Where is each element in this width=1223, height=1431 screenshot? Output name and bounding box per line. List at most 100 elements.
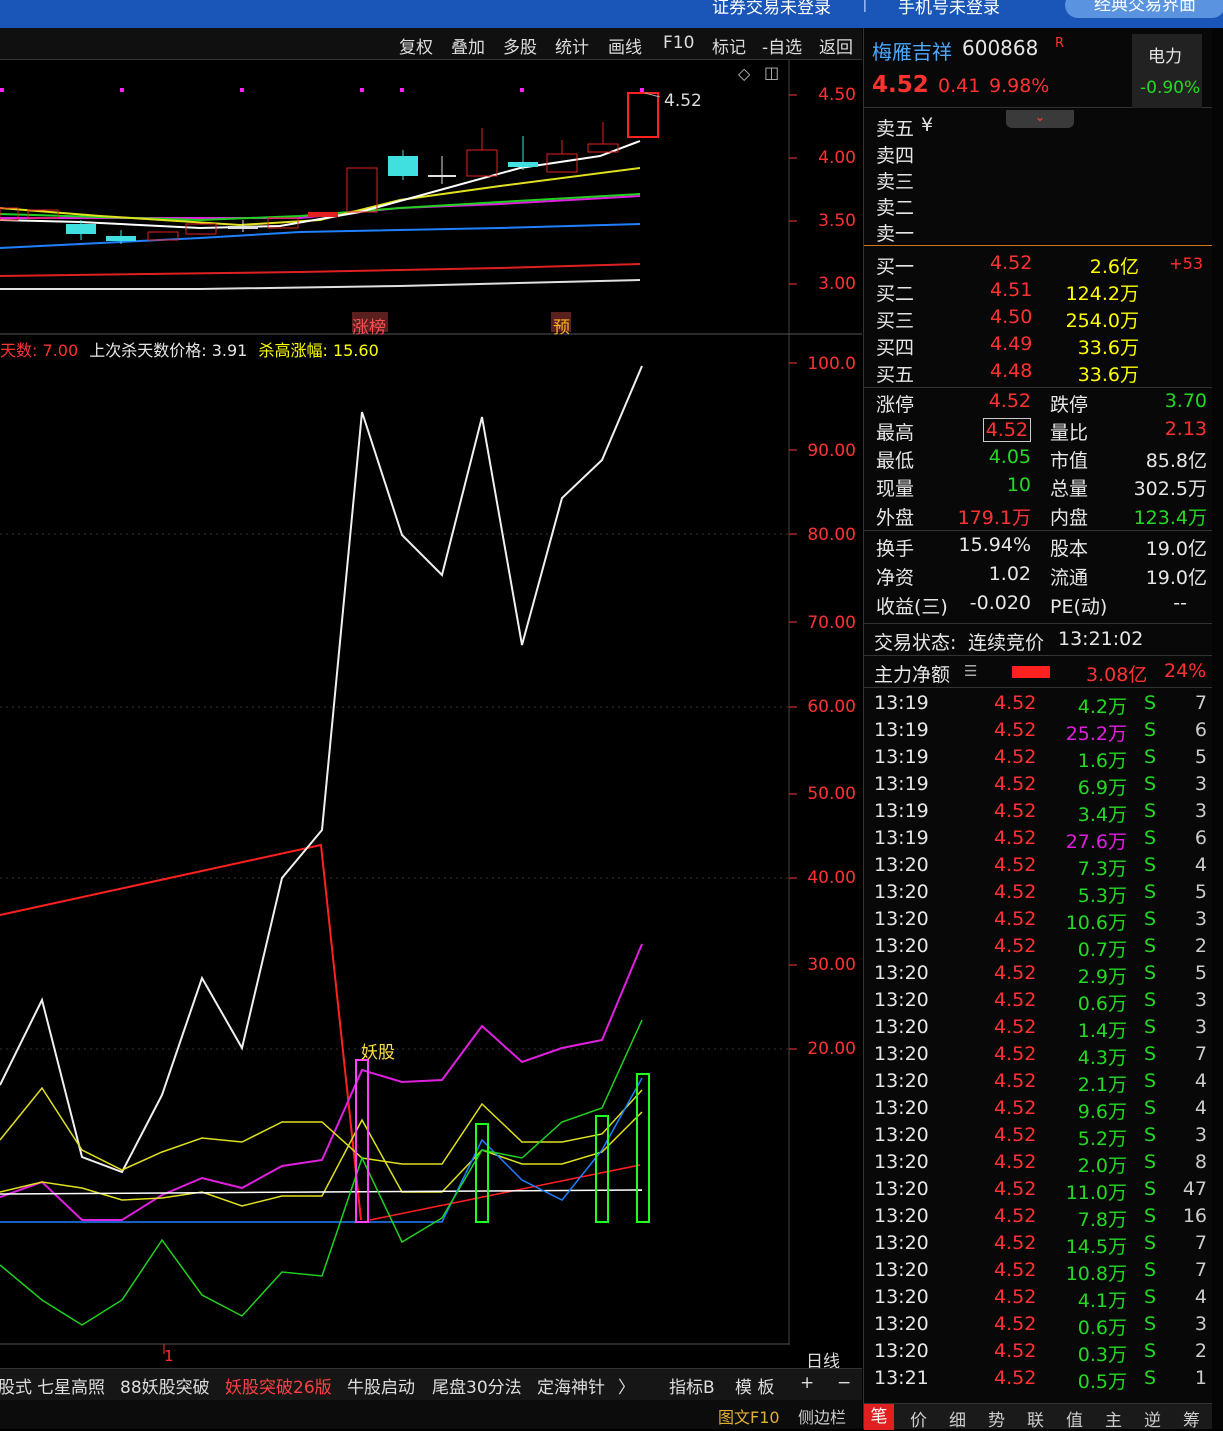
tab-chou[interactable]: 筹 <box>1183 1406 1200 1431</box>
tick-row[interactable]: 13:19 4.52 3.4万 S 3 <box>864 798 1213 826</box>
bid-row[interactable]: 买四 4.49 33.6万 <box>864 331 1213 359</box>
tab-yaogu26[interactable]: 妖股突破26版 <box>225 1373 332 1398</box>
diamond-icon[interactable]: ◇ <box>738 64 750 83</box>
tick-row[interactable]: 13:19 4.52 1.6万 S 5 <box>864 744 1213 772</box>
bid-label: 买二 <box>876 283 915 305</box>
tab-shi[interactable]: 势 <box>988 1406 1005 1431</box>
tab-ni[interactable]: 逆 <box>1144 1406 1161 1431</box>
zoom-in-button[interactable]: + <box>800 1373 814 1393</box>
divider: | <box>862 0 868 13</box>
tick-row[interactable]: 13:19 4.52 27.6万 S 6 <box>864 825 1213 853</box>
bid-price: 4.52 <box>990 252 1033 274</box>
toolbar-huaxian-button[interactable]: 画线 <box>608 33 642 58</box>
securities-login-link[interactable]: 证券交易未登录 <box>712 0 831 18</box>
panel-toggle-icon[interactable]: ◫ <box>764 63 779 82</box>
tick-volume: 0.5万 <box>1077 1371 1127 1393</box>
tick-row[interactable]: 13:20 4.52 0.6万 S 3 <box>864 987 1213 1015</box>
zoom-out-button[interactable]: − <box>837 1373 851 1393</box>
tick-row[interactable]: 13:20 4.52 0.7万 S 2 <box>864 933 1213 961</box>
tick-row[interactable]: 13:19 4.52 4.2万 S 7 <box>864 690 1213 718</box>
bid-row[interactable]: 买二 4.51 124.2万 <box>864 277 1213 305</box>
tick-row[interactable]: 13:20 4.52 2.1万 S 4 <box>864 1068 1213 1096</box>
classic-trade-button[interactable]: 经典交易界面 <box>1065 0 1223 18</box>
tick-row[interactable]: 13:20 4.52 1.4万 S 3 <box>864 1014 1213 1042</box>
tick-row[interactable]: 13:20 4.52 5.2万 S 3 <box>864 1122 1213 1150</box>
tick-row[interactable]: 13:20 4.52 0.6万 S 3 <box>864 1311 1213 1339</box>
ind-tick-70: 70.00 <box>807 613 856 633</box>
tick-volume: 25.2万 <box>1065 723 1127 745</box>
tick-direction: S <box>1144 1286 1157 1308</box>
list-icon[interactable]: ☰ <box>964 662 977 680</box>
tab-88yaogu[interactable]: 88妖股突破 <box>120 1373 210 1398</box>
tabs-next-arrow[interactable]: 〉 <box>618 1373 635 1398</box>
tick-time: 13:20 <box>874 1232 929 1254</box>
chart-area[interactable]: ◇ ◫ 4.52 4.50 4.00 3.50 3.00 涨榜 预 天数: 7.… <box>0 60 862 1372</box>
tick-row[interactable]: 13:20 4.52 5.3万 S 5 <box>864 879 1213 907</box>
collapse-chevron-icon[interactable]: ⌄ <box>1006 110 1074 128</box>
tick-row[interactable]: 13:20 4.52 2.9万 S 5 <box>864 960 1213 988</box>
last-price-label: 4.52 <box>664 91 702 111</box>
tab-gushi[interactable]: 股式 <box>0 1373 32 1398</box>
tick-volume: 5.3万 <box>1077 885 1127 907</box>
bid-label: 买一 <box>876 256 915 278</box>
tab-lian[interactable]: 联 <box>1027 1406 1044 1431</box>
tick-row[interactable]: 13:20 4.52 10.6万 S 3 <box>864 906 1213 934</box>
tick-row[interactable]: 13:20 4.52 10.8万 S 7 <box>864 1257 1213 1285</box>
bid-row[interactable]: 买三 4.50 254.0万 <box>864 304 1213 332</box>
tick-row[interactable]: 13:20 4.52 11.0万 S 47 <box>864 1176 1213 1204</box>
tick-direction: S <box>1144 1097 1157 1119</box>
tab-dinghai[interactable]: 定海神针 <box>537 1373 605 1398</box>
tab-xi[interactable]: 细 <box>949 1406 966 1431</box>
bid-label: 买四 <box>876 337 915 359</box>
tick-row[interactable]: 13:20 4.52 7.8万 S 16 <box>864 1203 1213 1231</box>
tick-price: 4.52 <box>994 1205 1037 1227</box>
kline-chart[interactable] <box>0 60 862 1368</box>
tick-row[interactable]: 13:19 4.52 25.2万 S 6 <box>864 717 1213 745</box>
tick-row[interactable]: 13:20 4.52 14.5万 S 7 <box>864 1230 1213 1258</box>
tick-price: 4.52 <box>994 692 1037 714</box>
tab-zhi[interactable]: 值 <box>1066 1406 1083 1431</box>
tab-weipan[interactable]: 尾盘30分法 <box>432 1373 522 1398</box>
main-force-bar[interactable]: 主力净额 ☰ 3.08亿 24% <box>864 656 1213 688</box>
toolbar-zixuan-button[interactable]: -自选 <box>762 33 802 58</box>
toolbar-tongji-button[interactable]: 统计 <box>555 33 589 58</box>
sector-box[interactable]: 电力 -0.90% <box>1132 34 1202 108</box>
tick-time: 13:20 <box>874 908 929 930</box>
tick-count: 8 <box>1194 1151 1207 1173</box>
moban-button[interactable]: 模 板 <box>735 1373 774 1398</box>
tick-list[interactable]: 13:19 4.52 4.2万 S 7 13:19 4.52 25.2万 S 6 13:19 4.52… <box>864 690 1213 1400</box>
toolbar-fuquan-button[interactable]: 复权 <box>399 33 433 58</box>
tick-row[interactable]: 13:20 4.52 4.1万 S 4 <box>864 1284 1213 1312</box>
zhibiao-button[interactable]: 指标B <box>669 1373 715 1398</box>
bid-row[interactable]: 买一 4.52 2.6亿 +53 <box>864 250 1213 278</box>
stats-row: 现量 10 总量 302.5万 <box>864 474 1213 502</box>
toolbar-diejia-button[interactable]: 叠加 <box>451 33 485 58</box>
tick-row[interactable]: 13:20 4.52 7.3万 S 4 <box>864 852 1213 880</box>
tab-zhu[interactable]: 主 <box>1105 1406 1122 1431</box>
tab-niugu[interactable]: 牛股启动 <box>347 1373 415 1398</box>
tab-jia[interactable]: 价 <box>910 1406 927 1431</box>
tick-row[interactable]: 13:19 4.52 6.9万 S 3 <box>864 771 1213 799</box>
toolbar-f10-button[interactable]: F10 <box>663 33 694 53</box>
toolbar-duogu-button[interactable]: 多股 <box>503 33 537 58</box>
days-value: 7.00 <box>42 341 79 360</box>
f10-link[interactable]: 图文F10 <box>718 1404 780 1428</box>
phone-login-link[interactable]: 手机号未登录 <box>898 0 1000 18</box>
sidebar-toggle[interactable]: 侧边栏 <box>798 1404 846 1428</box>
tick-count: 3 <box>1194 800 1207 822</box>
tick-row[interactable]: 13:20 4.52 2.0万 S 8 <box>864 1149 1213 1177</box>
tab-qixing[interactable]: 七星高照 <box>37 1373 105 1398</box>
tick-row[interactable]: 13:20 4.52 4.3万 S 7 <box>864 1041 1213 1069</box>
tick-count: 1 <box>1194 1367 1207 1389</box>
bid-volume: 33.6万 <box>1077 364 1139 386</box>
tick-price: 4.52 <box>994 1124 1037 1146</box>
tab-bi[interactable]: 笔 <box>864 1404 894 1430</box>
bid-row[interactable]: 买五 4.48 33.6万 <box>864 358 1213 386</box>
tick-row[interactable]: 13:20 4.52 0.3万 S 2 <box>864 1338 1213 1366</box>
tick-row[interactable]: 13:21 4.52 0.5万 S 1 <box>864 1365 1213 1393</box>
main-force-value: 3.08亿 <box>1086 664 1148 686</box>
tick-row[interactable]: 13:20 4.52 9.6万 S 4 <box>864 1095 1213 1123</box>
quote-panel: 梅雁吉祥 600868 R 4.52 0.41 9.98% 电力 -0.90% … <box>863 28 1213 1431</box>
toolbar-biaoji-button[interactable]: 标记 <box>712 33 746 58</box>
toolbar-back-button[interactable]: 返回 <box>819 33 853 58</box>
